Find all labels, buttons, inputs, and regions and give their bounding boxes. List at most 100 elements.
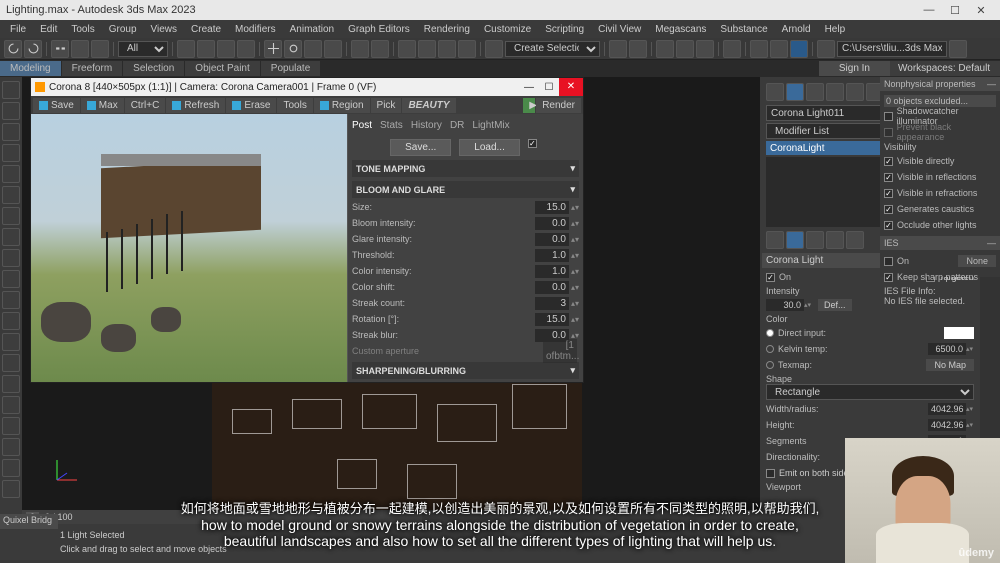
corona-titlebar[interactable]: Corona 8 [440×505px (1:1)] | Camera: Cor… bbox=[31, 78, 583, 96]
lt-12[interactable] bbox=[2, 312, 20, 330]
streak-count-value[interactable]: 3 bbox=[535, 297, 569, 310]
stack-config-button[interactable] bbox=[846, 231, 864, 249]
visible-refractions-checkbox[interactable] bbox=[884, 189, 893, 198]
width-value[interactable]: 4042.96 bbox=[928, 403, 966, 415]
quixel-bridge-tab[interactable]: Quixel Bridg bbox=[0, 514, 58, 529]
menu-arnold[interactable]: Arnold bbox=[776, 22, 817, 37]
intensity-unit[interactable]: Def... bbox=[818, 299, 852, 311]
menu-edit[interactable]: Edit bbox=[34, 22, 63, 37]
selection-filter[interactable]: All bbox=[118, 41, 168, 57]
ribbon-selection[interactable]: Selection bbox=[123, 61, 184, 76]
curve-editor-button[interactable] bbox=[676, 40, 694, 58]
lt-07[interactable] bbox=[2, 207, 20, 225]
ies-file-button[interactable]: None bbox=[958, 255, 996, 267]
lt-06[interactable] bbox=[2, 186, 20, 204]
signin-button[interactable]: Sign In bbox=[819, 61, 890, 76]
kelvin-radio[interactable] bbox=[766, 345, 774, 353]
stack-pin-button[interactable] bbox=[766, 231, 784, 249]
hierarchy-tab[interactable] bbox=[806, 83, 824, 101]
stack-show-button[interactable] bbox=[786, 231, 804, 249]
post-load-button[interactable]: Load... bbox=[459, 139, 520, 156]
tab-history[interactable]: History bbox=[411, 120, 442, 131]
close-button[interactable]: ✕ bbox=[968, 4, 994, 17]
lt-01[interactable] bbox=[2, 81, 20, 99]
menu-rendering[interactable]: Rendering bbox=[418, 22, 476, 37]
angle-snap-button[interactable] bbox=[418, 40, 436, 58]
lt-14[interactable] bbox=[2, 354, 20, 372]
menu-file[interactable]: File bbox=[4, 22, 32, 37]
scale-button[interactable] bbox=[304, 40, 322, 58]
threshold-value[interactable]: 1.0 bbox=[535, 249, 569, 262]
vfb-refresh-button[interactable]: Refresh bbox=[166, 98, 225, 113]
ribbon-modeling[interactable]: Modeling bbox=[0, 61, 61, 76]
lt-02[interactable] bbox=[2, 102, 20, 120]
shadowcatcher-checkbox[interactable] bbox=[884, 112, 893, 121]
post-enabled-checkbox[interactable] bbox=[528, 139, 537, 148]
menu-modifiers[interactable]: Modifiers bbox=[229, 22, 282, 37]
lt-18[interactable] bbox=[2, 438, 20, 456]
menu-views[interactable]: Views bbox=[145, 22, 184, 37]
render-preview[interactable] bbox=[31, 114, 347, 382]
rollout-nonphysical[interactable]: Nonphysical properties— bbox=[880, 77, 1000, 91]
section-tonemapping[interactable]: TONE MAPPING▾ bbox=[352, 160, 579, 177]
modify-tab[interactable] bbox=[786, 83, 804, 101]
project-path-field[interactable] bbox=[837, 41, 947, 57]
motion-tab[interactable] bbox=[826, 83, 844, 101]
bloom-intensity-value[interactable]: 0.0 bbox=[535, 217, 569, 230]
corona-close-button[interactable]: ✕ bbox=[559, 78, 583, 96]
snap-button[interactable] bbox=[398, 40, 416, 58]
visible-directly-checkbox[interactable] bbox=[884, 157, 893, 166]
align-button[interactable] bbox=[629, 40, 647, 58]
bloom-size-value[interactable]: 15.0 bbox=[535, 201, 569, 214]
lt-03[interactable] bbox=[2, 123, 20, 141]
color-swatch[interactable] bbox=[944, 327, 974, 339]
height-value[interactable]: 4042.96 bbox=[928, 419, 966, 431]
rotate-button[interactable] bbox=[284, 40, 302, 58]
named-selection[interactable]: Create Selection Se bbox=[505, 41, 600, 57]
open-file-button[interactable] bbox=[817, 40, 835, 58]
menu-create[interactable]: Create bbox=[185, 22, 227, 37]
place-button[interactable] bbox=[324, 40, 342, 58]
vfb-save-button[interactable]: Save bbox=[33, 98, 80, 113]
tab-stats[interactable]: Stats bbox=[380, 120, 403, 131]
lt-05[interactable] bbox=[2, 165, 20, 183]
layer-button[interactable] bbox=[656, 40, 674, 58]
lt-19[interactable] bbox=[2, 459, 20, 477]
pivot-button[interactable] bbox=[371, 40, 389, 58]
stack-unique-button[interactable] bbox=[806, 231, 824, 249]
shape-dropdown[interactable]: Rectangle bbox=[766, 384, 974, 400]
lt-08[interactable] bbox=[2, 228, 20, 246]
menu-tools[interactable]: Tools bbox=[65, 22, 100, 37]
vfb-play-button[interactable]: ▶ bbox=[523, 98, 535, 113]
set-project-button[interactable] bbox=[949, 40, 967, 58]
rotation-value[interactable]: 15.0 bbox=[535, 313, 569, 326]
visible-reflections-checkbox[interactable] bbox=[884, 173, 893, 182]
select-region-button[interactable] bbox=[217, 40, 235, 58]
schematic-button[interactable] bbox=[696, 40, 714, 58]
color-shift-value[interactable]: 0.0 bbox=[535, 281, 569, 294]
spinner-snap-button[interactable] bbox=[458, 40, 476, 58]
edit-namedsel-button[interactable] bbox=[485, 40, 503, 58]
corona-min-button[interactable]: — bbox=[519, 82, 539, 93]
menu-substance[interactable]: Substance bbox=[714, 22, 773, 37]
section-bloomglare[interactable]: BLOOM AND GLARE▾ bbox=[352, 181, 579, 198]
refcoord-button[interactable] bbox=[351, 40, 369, 58]
lt-15[interactable] bbox=[2, 375, 20, 393]
direct-radio[interactable] bbox=[766, 329, 774, 337]
tab-dr[interactable]: DR bbox=[450, 120, 464, 131]
kelvin-value[interactable]: 6500.0 bbox=[928, 343, 966, 355]
rendered-frame-button[interactable] bbox=[770, 40, 788, 58]
bind-button[interactable] bbox=[91, 40, 109, 58]
vfb-max-button[interactable]: Max bbox=[81, 98, 124, 113]
light-on-checkbox[interactable] bbox=[766, 273, 775, 282]
vfb-tools-button[interactable]: Tools bbox=[277, 98, 312, 113]
minimize-button[interactable]: — bbox=[916, 4, 942, 16]
keep-sharp-checkbox[interactable] bbox=[884, 273, 893, 282]
menu-civilview[interactable]: Civil View bbox=[592, 22, 647, 37]
menu-grapheditors[interactable]: Graph Editors bbox=[342, 22, 416, 37]
lt-04[interactable] bbox=[2, 144, 20, 162]
vfb-region-button[interactable]: Region bbox=[314, 98, 370, 113]
lt-16[interactable] bbox=[2, 396, 20, 414]
intensity-value[interactable]: 30.0 bbox=[766, 299, 804, 311]
menu-animation[interactable]: Animation bbox=[284, 22, 340, 37]
